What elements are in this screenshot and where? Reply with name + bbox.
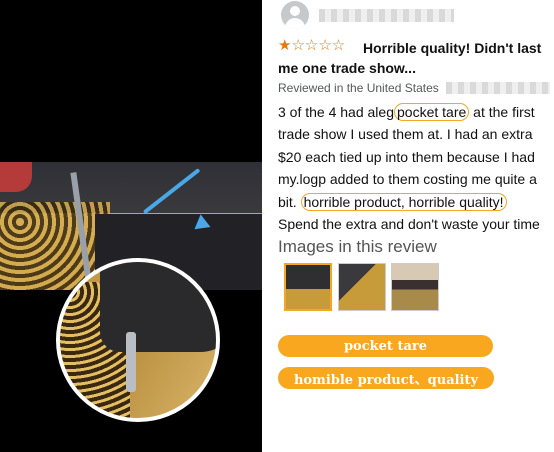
zoom-table-leg bbox=[126, 332, 136, 392]
blurred-reviewer-name bbox=[319, 9, 454, 22]
highlight-pocket-tare: pocket tare bbox=[394, 103, 470, 121]
zoom-tablecloth bbox=[100, 262, 216, 352]
review-title[interactable]: Horrible quality! Didn't last bbox=[363, 38, 553, 58]
review-body-part1: 3 of the 4 had aleg bbox=[278, 104, 394, 120]
tag-horrible-product-quality: homible product、quality bbox=[278, 367, 494, 389]
review-photo-panel bbox=[0, 0, 262, 452]
review-image-thumb-3[interactable] bbox=[391, 263, 439, 311]
avatar bbox=[281, 1, 309, 29]
highlight-horrible-product: horrible product, horrible quality! bbox=[300, 192, 507, 211]
red-object bbox=[0, 162, 32, 192]
review-title-continued[interactable]: me one trade show... bbox=[278, 58, 416, 78]
review-body-part3: Spend the extra and don't waste your tim… bbox=[278, 216, 540, 233]
avatar-head bbox=[290, 6, 300, 16]
blurred-review-date bbox=[446, 82, 550, 94]
tag-pocket-tare: pocket tare bbox=[278, 335, 493, 357]
reviewed-in-label: Reviewed in the United States bbox=[278, 81, 439, 95]
avatar-body bbox=[285, 18, 305, 29]
review-image-thumb-1[interactable] bbox=[284, 263, 332, 311]
zoom-magnifier-circle bbox=[56, 258, 220, 422]
star-rating: ★☆☆☆☆ bbox=[278, 38, 345, 54]
star-empty-icon: ☆☆☆☆ bbox=[291, 37, 346, 54]
star-filled-icon: ★ bbox=[278, 37, 292, 54]
review-image-thumb-2[interactable] bbox=[338, 263, 386, 311]
review-body: 3 of the 4 had aleg pocket tare at the fi… bbox=[278, 101, 550, 235]
images-heading: Images in this review bbox=[278, 237, 437, 256]
